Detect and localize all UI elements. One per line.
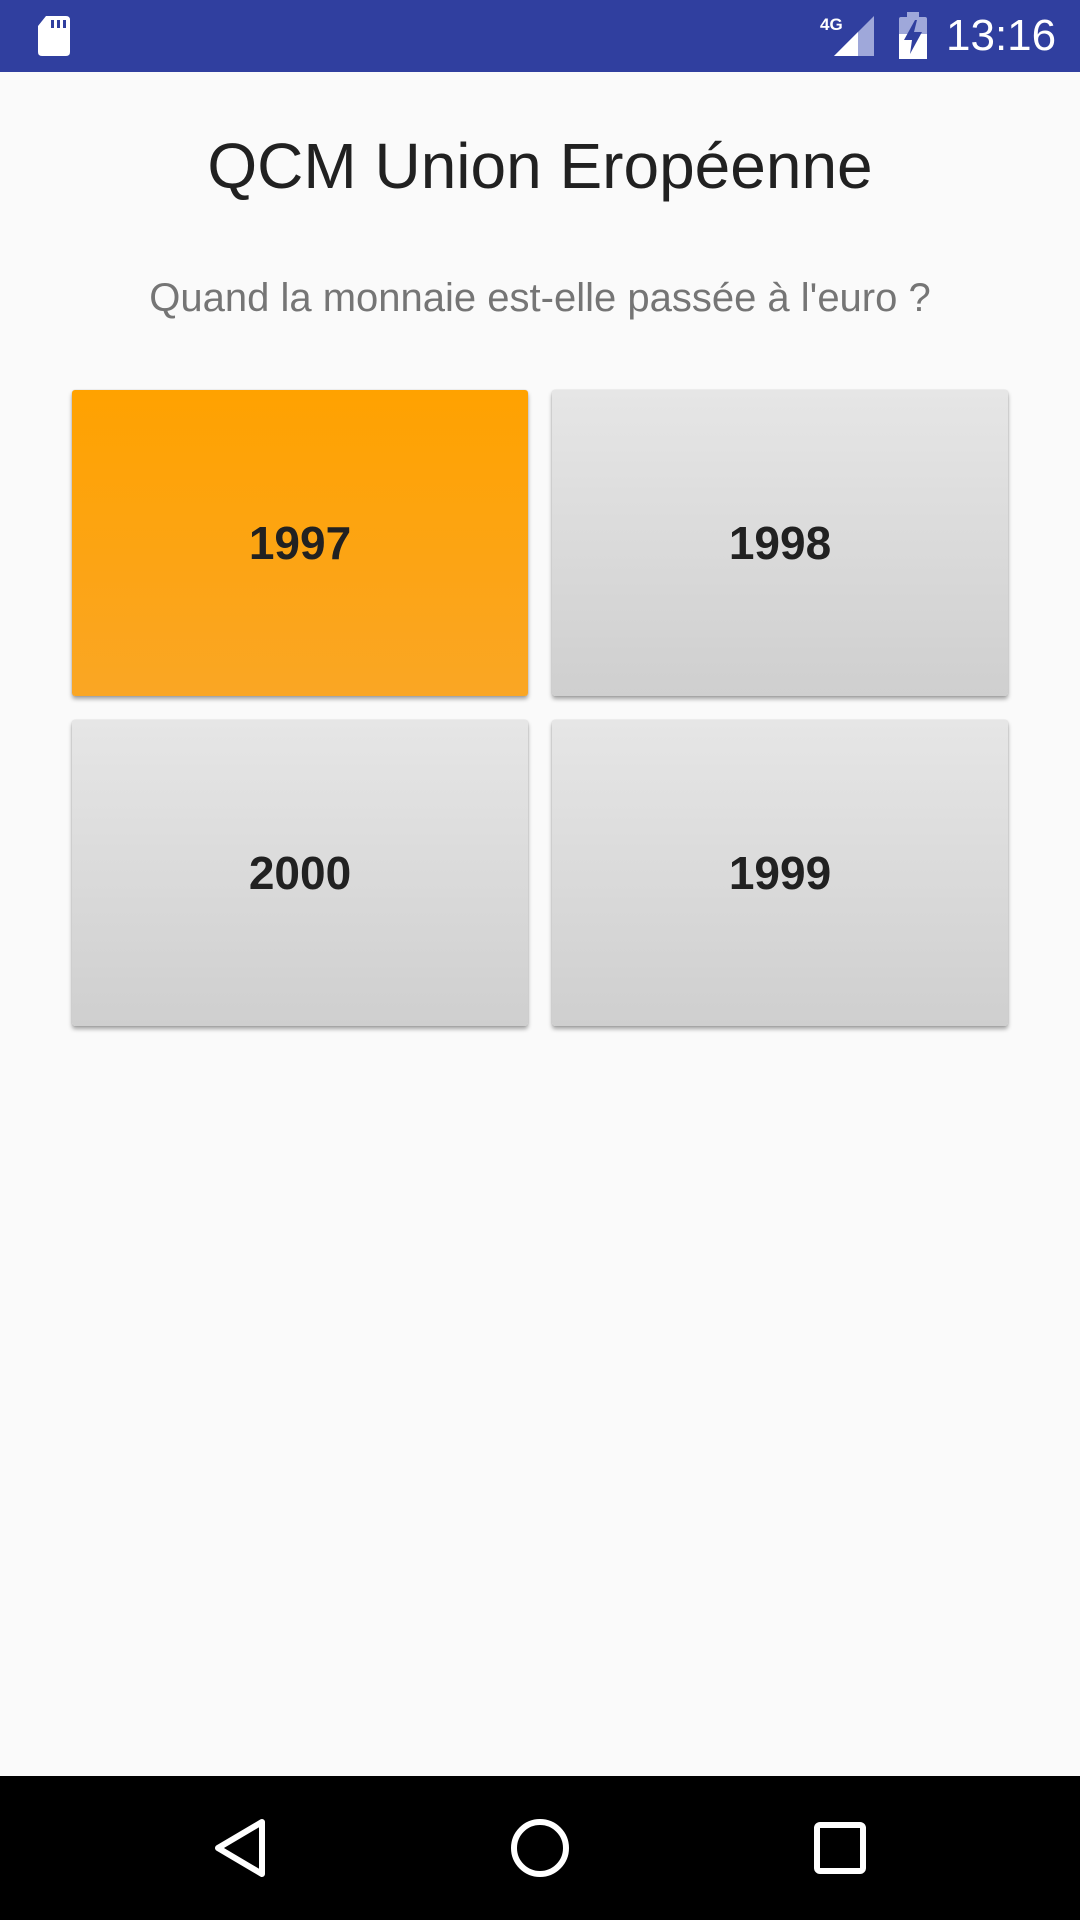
page-title: QCM Union Eropéenne <box>207 130 873 202</box>
screen: 4G 13:16 QCM Union Eropéenne Quand la mo… <box>0 0 1080 1920</box>
network-type-label: 4G <box>820 15 843 34</box>
status-bar: 4G 13:16 <box>0 0 1080 72</box>
status-time: 13:16 <box>946 11 1057 60</box>
back-icon <box>215 1819 265 1877</box>
signal-4g-icon: 4G <box>820 15 874 56</box>
recents-icon <box>814 1822 866 1874</box>
home-icon <box>511 1819 569 1877</box>
battery-charging-icon <box>899 12 927 59</box>
answer-button-2[interactable]: 1998 <box>552 390 1008 696</box>
answer-button-3[interactable]: 2000 <box>72 720 528 1026</box>
answer-button-4[interactable]: 1999 <box>552 720 1008 1026</box>
question-text: Quand la monnaie est-elle passée à l'eur… <box>149 276 931 320</box>
back-button[interactable] <box>190 1798 290 1898</box>
sd-card-icon <box>38 16 70 56</box>
answer-button-1[interactable]: 1997 <box>72 390 528 696</box>
recents-button[interactable] <box>790 1798 890 1898</box>
home-button[interactable] <box>490 1798 590 1898</box>
navigation-bar <box>0 1776 1080 1920</box>
